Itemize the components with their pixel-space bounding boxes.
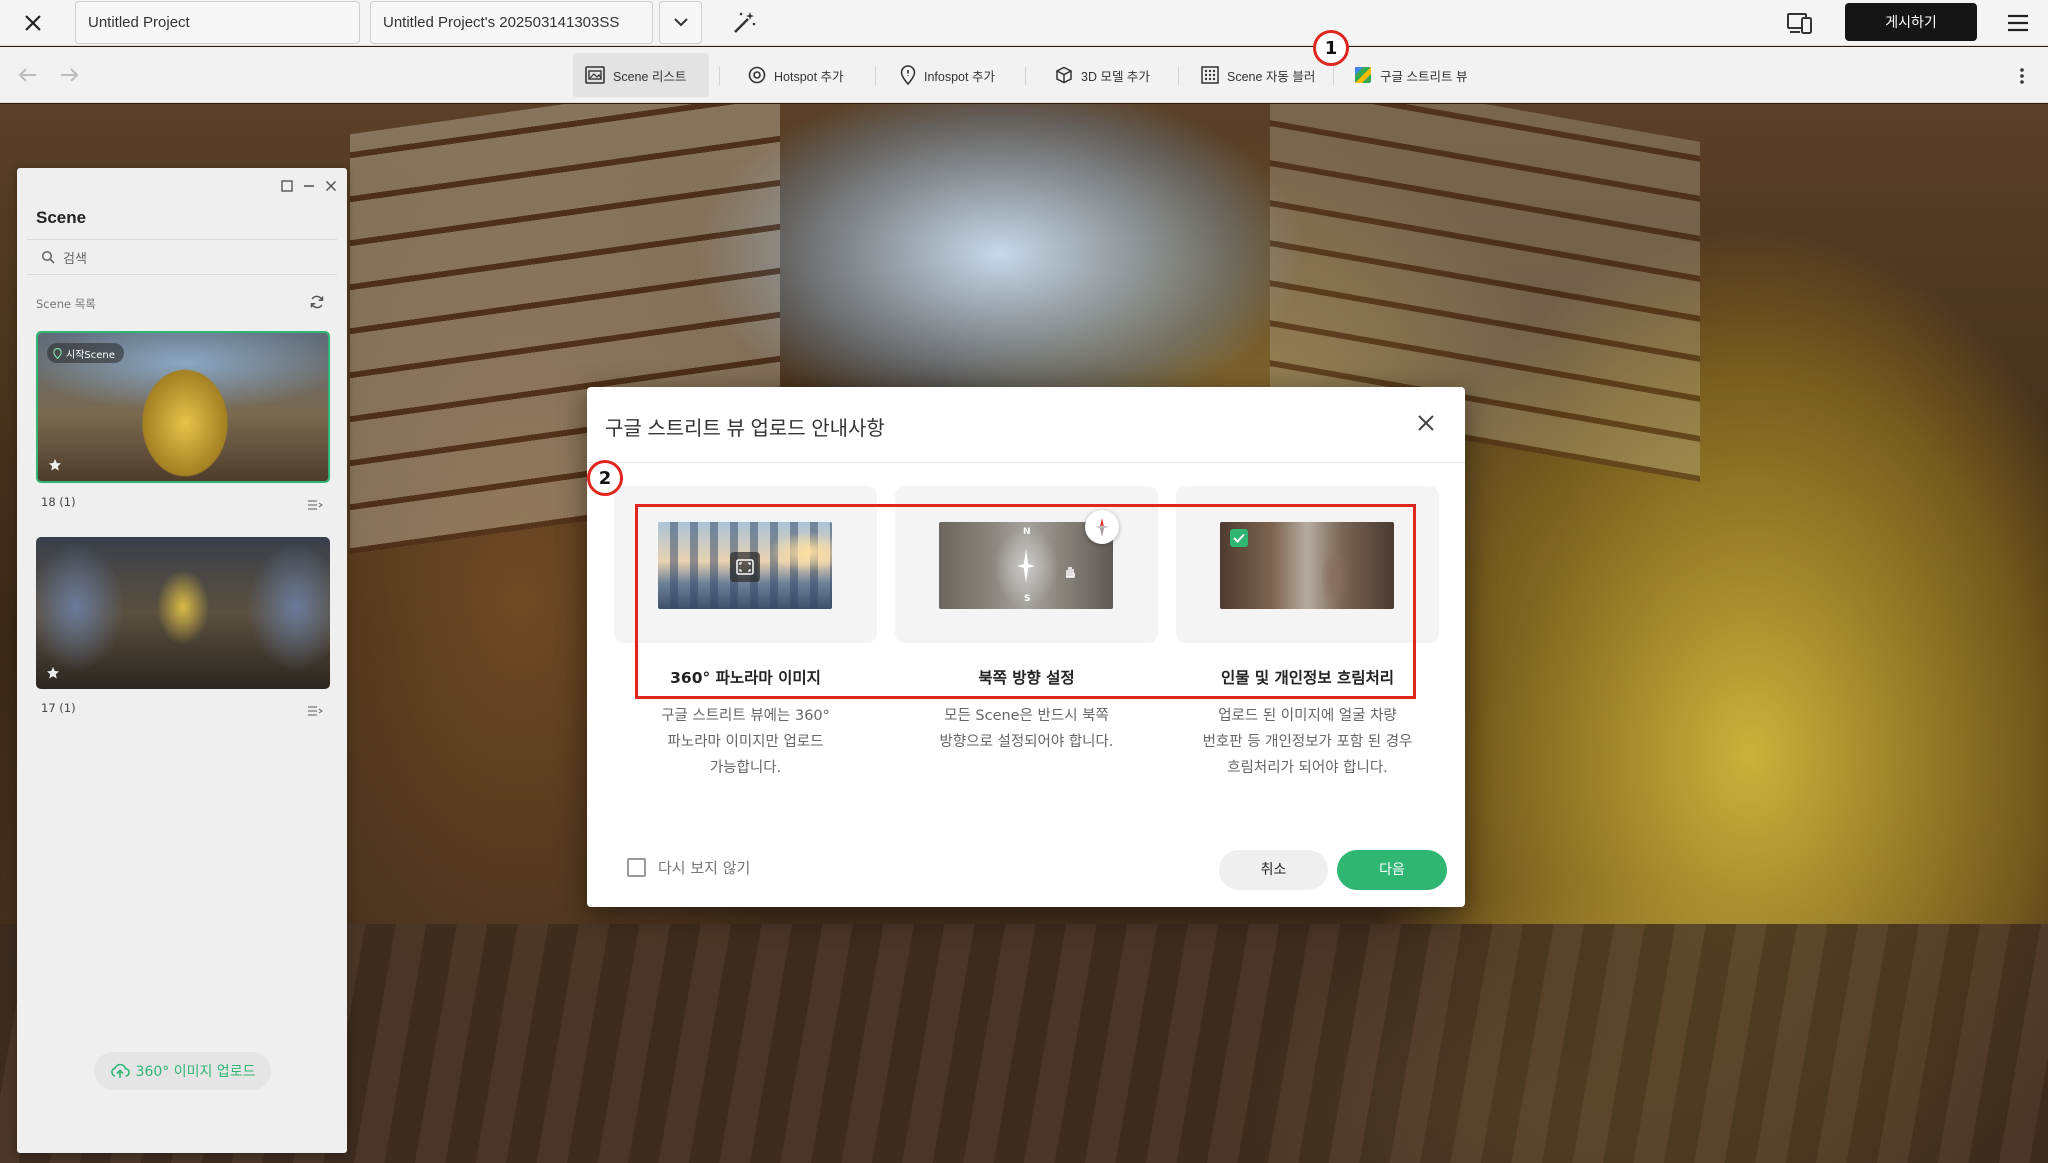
pin-icon [53, 347, 62, 359]
scene-list-icon [585, 66, 605, 84]
chevron-down-icon [673, 18, 688, 27]
publish-button[interactable]: 게시하기 [1845, 3, 1977, 41]
tool-auto-blur[interactable]: Scene 자동 블러 [1189, 53, 1327, 97]
scene-list-header: Scene 목록 [36, 297, 96, 311]
infospot-icon [900, 65, 916, 85]
scene-options-icon[interactable] [307, 702, 324, 716]
version-dropdown-button[interactable] [659, 1, 702, 44]
tool-3d-model[interactable]: 3D 모델 추가 [1043, 53, 1162, 97]
dont-show-again-label: 다시 보지 않기 [658, 859, 751, 877]
annotation-marker-2: 2 [587, 460, 623, 496]
scene-image [36, 537, 330, 689]
scene-label: 17 (1) [41, 701, 76, 715]
magic-wand-icon[interactable] [730, 9, 758, 37]
tool-label: Scene 자동 블러 [1227, 69, 1316, 84]
top-bar: Untitled Project Untitled Project's 2025… [0, 0, 2048, 46]
tool-hotspot[interactable]: Hotspot 추가 [736, 53, 856, 97]
tool-label: Scene 리스트 [613, 69, 687, 84]
modal-title: 구글 스트리트 뷰 업로드 안내사항 [605, 418, 885, 440]
cloud-upload-icon [110, 1063, 130, 1078]
project-name-field[interactable]: Untitled Project [75, 1, 360, 44]
scene-options-icon[interactable] [307, 496, 324, 510]
card-description: 업로드 된 이미지에 얼굴 차량 번호판 등 개인정보가 포함 된 경우 흐림처… [1202, 708, 1413, 776]
star-icon[interactable] [48, 457, 62, 471]
google-maps-icon [1355, 67, 1371, 83]
more-options-icon[interactable] [2015, 65, 2029, 87]
blur-icon [1201, 66, 1219, 84]
city-panorama-image [658, 522, 832, 609]
scene-thumbnail[interactable] [36, 537, 330, 689]
dont-show-again-checkbox[interactable] [627, 858, 646, 877]
upload-360-button[interactable]: 360° 이미지 업로드 [94, 1052, 271, 1090]
cube-icon [1056, 66, 1072, 84]
guide-card-panorama [614, 486, 877, 643]
toolbar-divider [875, 67, 876, 85]
compass-rose-icon [1017, 549, 1035, 583]
compass-south-label: S [1024, 594, 1031, 604]
check-icon [1230, 529, 1248, 547]
toolbar: Scene 리스트 Hotspot 추가 Infospot 추가 3D 모델 추… [0, 47, 2048, 103]
maximize-icon[interactable] [281, 177, 293, 192]
fullscreen-icon [730, 552, 760, 582]
tool-google-street-view[interactable]: 구글 스트리트 뷰 [1342, 53, 1479, 97]
device-preview-icon[interactable] [1786, 10, 1814, 36]
scene-label: 18 (1) [41, 495, 76, 509]
modal-divider [587, 462, 1465, 463]
refresh-icon[interactable] [309, 294, 325, 310]
toolbar-divider [1333, 67, 1334, 85]
minimize-icon[interactable] [303, 177, 315, 189]
hamburger-menu-icon[interactable] [2005, 12, 2031, 34]
hotspot-icon [748, 66, 766, 84]
card-description: 구글 스트리트 뷰에는 360° 파노라마 이미지만 업로드 가능합니다. [661, 708, 830, 776]
guide-card-privacy-blur [1176, 486, 1439, 643]
card-description: 모든 Scene은 반드시 북쪽 방향으로 설정되어야 합니다. [939, 708, 1114, 750]
undo-arrow-icon[interactable] [16, 63, 40, 87]
scene-panel: Scene 검색 Scene 목록 시작Scene 18 (1) 17 (1) … [17, 168, 347, 1153]
scene-search-input[interactable]: 검색 [27, 239, 337, 275]
tool-label: Infospot 추가 [924, 69, 995, 84]
close-icon[interactable] [1415, 412, 1437, 434]
guide-card-north: N S [895, 486, 1158, 643]
compass-north-label: N [1023, 527, 1031, 537]
tool-label: 3D 모델 추가 [1081, 69, 1150, 84]
toolbar-divider [1178, 67, 1179, 85]
panel-title: Scene [36, 208, 87, 227]
redo-arrow-icon[interactable] [57, 63, 81, 87]
tool-label: 구글 스트리트 뷰 [1380, 69, 1468, 84]
search-placeholder: 검색 [63, 251, 87, 267]
search-icon [41, 250, 55, 264]
toolbar-divider [1025, 67, 1026, 85]
annotation-marker-1: 1 [1313, 30, 1349, 66]
cancel-button[interactable]: 취소 [1219, 850, 1328, 890]
close-icon[interactable] [18, 9, 48, 37]
tool-label: Hotspot 추가 [774, 69, 844, 84]
compass-icon [1085, 510, 1119, 544]
street-view-guide-modal: 구글 스트리트 뷰 업로드 안내사항 360° 파노라마 이미지 구글 스트리트… [587, 387, 1465, 907]
dont-show-again-row[interactable]: 다시 보지 않기 [627, 857, 750, 878]
star-icon[interactable] [46, 665, 60, 679]
card-title: 인물 및 개인정보 흐림처리 [1220, 669, 1395, 687]
street-photo-image [1220, 522, 1394, 609]
next-button[interactable]: 다음 [1337, 850, 1447, 890]
tool-infospot[interactable]: Infospot 추가 [888, 53, 1007, 97]
card-title: 360° 파노라마 이미지 [670, 669, 821, 687]
card-title: 북쪽 방향 설정 [978, 669, 1075, 687]
start-scene-label: 시작Scene [66, 349, 115, 361]
tool-scene-list[interactable]: Scene 리스트 [573, 53, 709, 97]
toolbar-divider [719, 67, 720, 85]
drag-hand-icon [1066, 567, 1075, 578]
start-scene-badge: 시작Scene [47, 343, 124, 363]
scene-thumbnail[interactable]: 시작Scene [36, 331, 330, 483]
upload-label: 360° 이미지 업로드 [135, 1064, 256, 1080]
close-icon[interactable] [325, 177, 337, 192]
panel-window-controls [281, 177, 337, 192]
version-name-field[interactable]: Untitled Project's 202503141303SS [370, 1, 653, 44]
